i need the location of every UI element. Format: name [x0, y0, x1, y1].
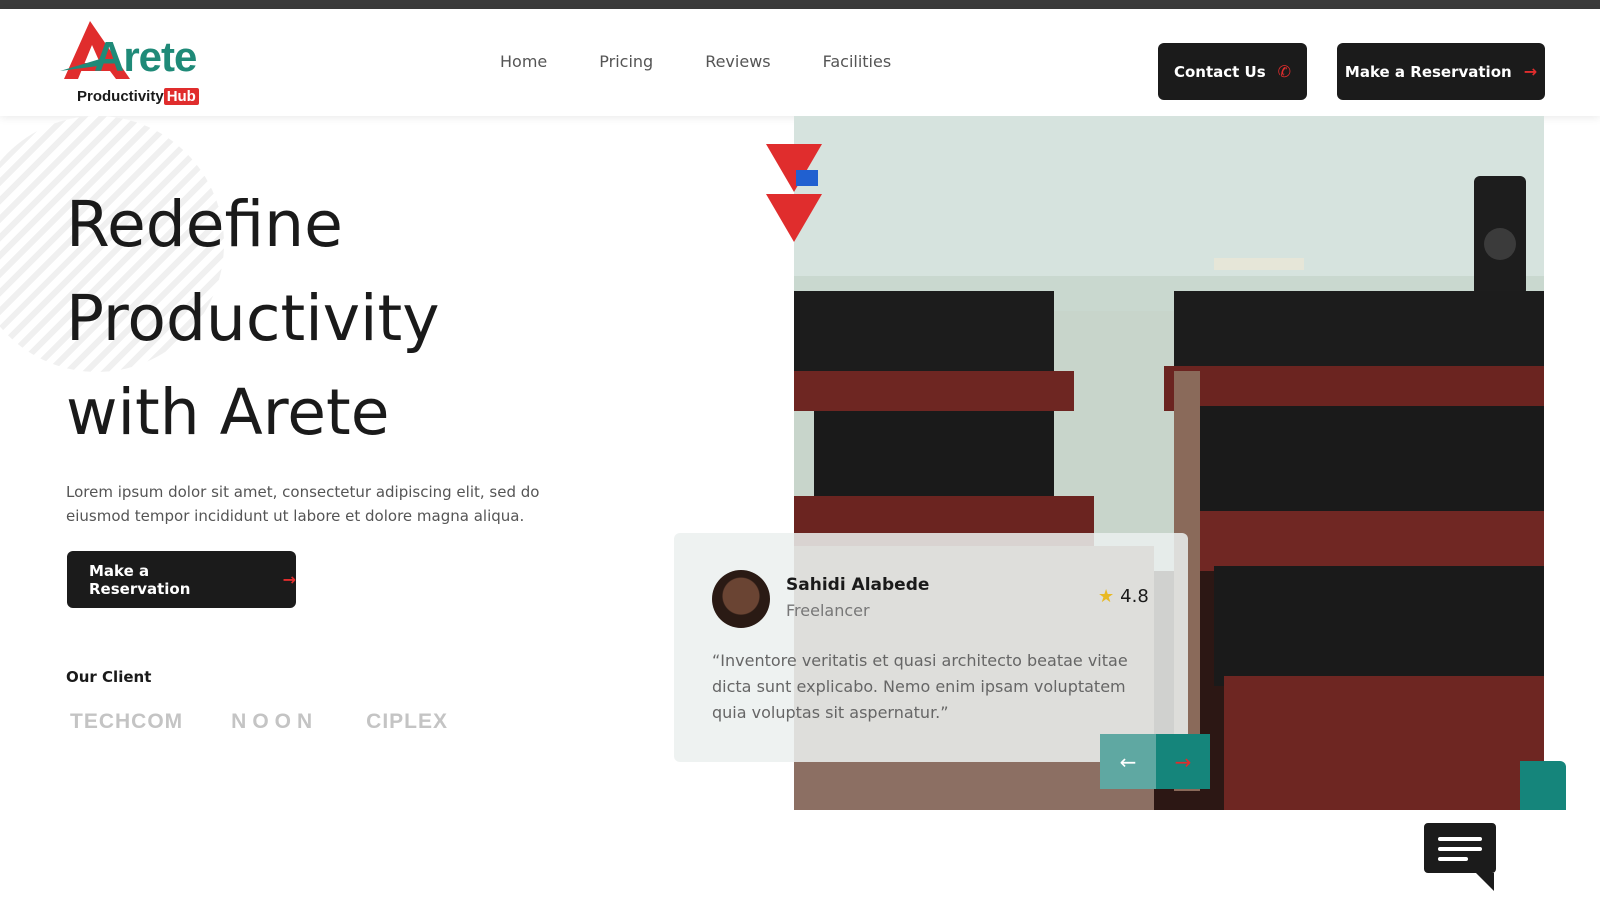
arrow-right-icon: →: [1174, 749, 1192, 774]
nav-home[interactable]: Home: [500, 52, 547, 71]
review-rating: ★ 4.8: [1098, 586, 1149, 607]
client-logo-techcom: TECHCOM: [70, 710, 184, 733]
arete-logo[interactable]: Arete Productivity Hub: [60, 21, 220, 111]
review-prev-button[interactable]: ←: [1100, 734, 1156, 789]
logo-sub-label: Productivity: [77, 88, 164, 105]
nav-pricing[interactable]: Pricing: [599, 52, 653, 71]
hero-title-line-3: with Arete: [66, 376, 390, 449]
rating-value: 4.8: [1120, 586, 1149, 607]
chat-icon[interactable]: [1424, 823, 1496, 891]
review-next-button[interactable]: →: [1156, 734, 1210, 789]
header-reservation-button[interactable]: Make a Reservation →: [1337, 43, 1545, 100]
top-bar: [0, 0, 1600, 9]
nav-facilities[interactable]: Facilities: [823, 52, 892, 71]
main-nav: Home Pricing Reviews Facilities: [500, 52, 891, 71]
hero-title-line-2: Productivity: [66, 282, 440, 355]
client-logo-ciplex: CIPLEX: [366, 710, 449, 733]
arrow-right-icon: →: [1523, 62, 1538, 81]
nav-reviews[interactable]: Reviews: [705, 52, 770, 71]
hero-reservation-label: Make a Reservation: [89, 561, 191, 598]
teal-accent-tab: [1520, 761, 1566, 810]
site-header: Arete Productivity Hub Home Pricing Revie…: [0, 9, 1600, 116]
logo-hub-badge: Hub: [163, 88, 199, 105]
review-card: Sahidi Alabede Freelancer ★ 4.8 “Invento…: [674, 533, 1188, 762]
hero-description: Lorem ipsum dolor sit amet, consectetur …: [66, 483, 540, 525]
logo-wordmark: Arete: [94, 33, 197, 80]
logo-subtitle: Productivity Hub: [77, 88, 199, 105]
reviewer-role: Freelancer: [786, 601, 870, 620]
arrow-right-icon: →: [282, 570, 296, 589]
contact-us-button[interactable]: Contact Us ✆: [1158, 43, 1307, 100]
hero-title-line-1: Redefine: [66, 188, 343, 261]
arrow-left-icon: ←: [1119, 749, 1137, 774]
reviewer-avatar: [712, 570, 770, 628]
client-logo-noon: NOON: [231, 710, 319, 733]
header-reservation-label: Make a Reservation: [1344, 62, 1512, 81]
hero-reservation-button[interactable]: Make a Reservation →: [67, 551, 296, 608]
our-client-label: Our Client: [66, 668, 152, 686]
review-quote: “Inventore veritatis et quasi architecto…: [712, 651, 1128, 722]
star-icon: ★: [1098, 586, 1115, 607]
hero-title: Redefine Productivity with Arete: [66, 178, 626, 460]
client-logos: TECHCOM NOON CIPLEX: [70, 710, 448, 734]
red-triangle-decor-icon: [766, 144, 822, 242]
reviewer-name: Sahidi Alabede: [786, 575, 930, 595]
phone-icon: ✆: [1277, 62, 1292, 81]
contact-us-label: Contact Us: [1173, 62, 1266, 81]
